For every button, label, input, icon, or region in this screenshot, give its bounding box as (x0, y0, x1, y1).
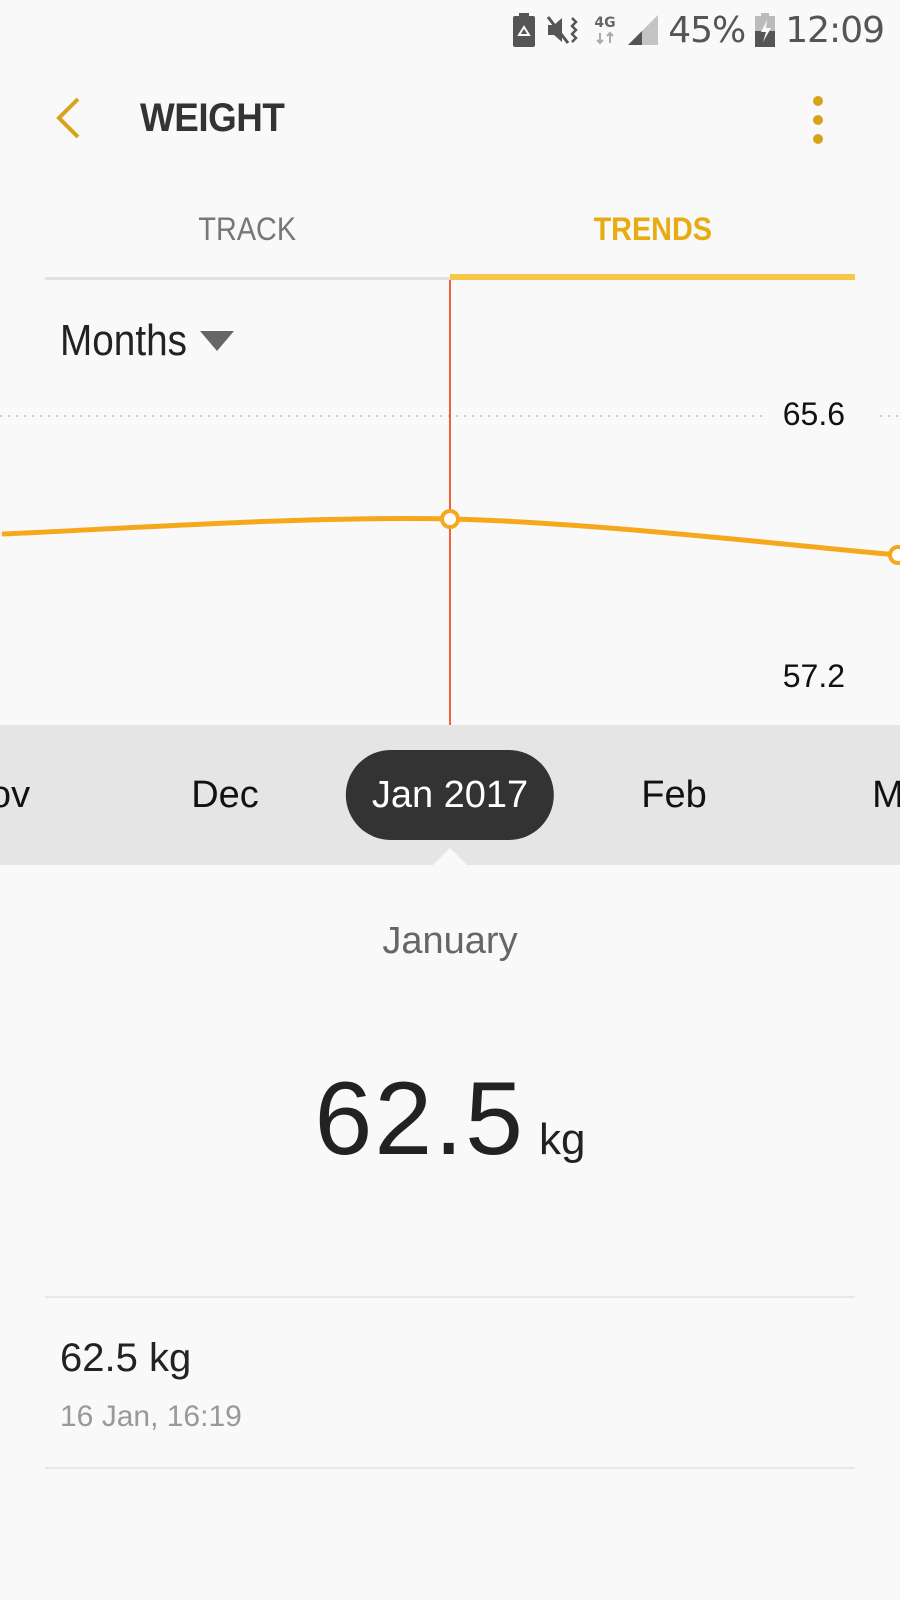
more-vertical-icon-dot (813, 134, 823, 144)
month-scroller[interactable]: ov Dec Jan 2017 Feb M (0, 725, 900, 865)
summary-month: January (382, 920, 518, 962)
summary-value: 62.5 kg (0, 1060, 900, 1179)
period-dropdown[interactable]: Months (60, 316, 235, 366)
battery-charging-icon (755, 13, 776, 47)
month-item-selected[interactable]: Jan 2017 (345, 750, 555, 840)
divider (45, 1467, 855, 1469)
chevron-left-icon (54, 96, 82, 145)
network-4g-icon: 4G (592, 13, 618, 47)
tab-track[interactable]: TRACK (45, 190, 450, 280)
data-point-jan-2017[interactable] (440, 509, 460, 529)
page-title: WEIGHT (140, 96, 285, 140)
back-button[interactable] (44, 94, 92, 146)
record-list-item[interactable]: 62.5 kg 16 Jan, 16:19 (0, 1300, 900, 1468)
battery-saver-icon (512, 13, 536, 47)
tab-bar: TRACK TRENDS (45, 190, 855, 280)
status-bar: 4G 45% 12:09 (0, 0, 900, 60)
period-dropdown-value: Months (60, 316, 187, 365)
month-item-mar[interactable]: M (872, 725, 900, 865)
selection-pointer (433, 848, 467, 865)
month-item-nov[interactable]: ov (0, 725, 30, 865)
summary-unit: kg (538, 1115, 586, 1164)
mute-vibrate-icon (546, 14, 582, 46)
divider (45, 1296, 855, 1298)
app-bar: WEIGHT (0, 60, 900, 180)
more-vertical-icon-dot (813, 115, 823, 125)
summary-weight: 62.5 (314, 1061, 525, 1177)
status-icons: 4G 45% 12:09 (512, 8, 885, 52)
y-tick-min: 57.2 (782, 658, 845, 694)
more-options-button[interactable] (806, 96, 830, 144)
dropdown-arrow-icon (200, 331, 235, 351)
record-value: 62.5 kg (60, 1336, 192, 1380)
more-vertical-icon-dot (813, 96, 823, 106)
month-item-dec[interactable]: Dec (191, 725, 259, 865)
tab-trends-label: TRENDS (593, 210, 712, 247)
record-timestamp: 16 Jan, 16:19 (60, 1400, 242, 1433)
battery-percent: 45% (668, 9, 746, 51)
network-label: 4G (595, 15, 616, 31)
signal-icon (628, 15, 659, 45)
month-item-feb[interactable]: Feb (641, 725, 706, 865)
tab-trends[interactable]: TRENDS (450, 190, 855, 280)
data-point-feb[interactable] (888, 545, 900, 565)
clock: 12:09 (785, 9, 885, 51)
y-tick-max: 65.6 (782, 396, 845, 432)
tab-track-label: TRACK (198, 210, 297, 247)
